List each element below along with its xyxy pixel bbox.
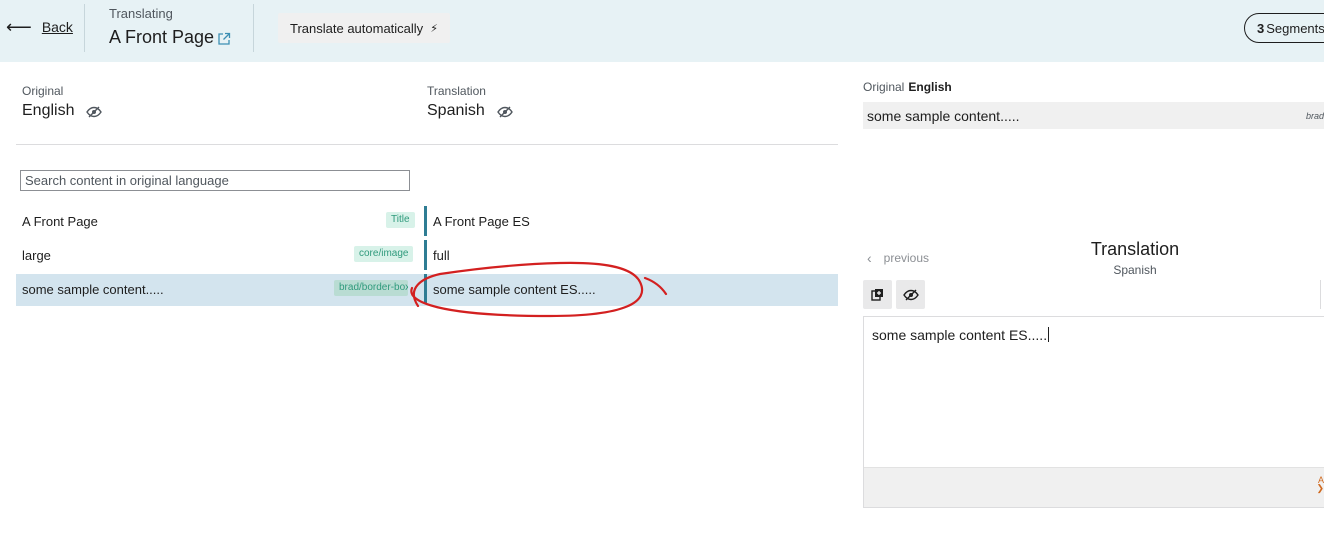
segment-translation: A Front Page ES <box>433 214 530 229</box>
translate-automatically-label: Translate automatically <box>290 20 424 36</box>
previous-button[interactable]: ‹ previous <box>867 250 929 266</box>
back-label: Back <box>41 19 73 35</box>
translation-editor-text[interactable]: some sample content ES..... <box>872 327 1050 343</box>
segments-button[interactable]: 3 Segments <box>1244 13 1324 43</box>
original-caption: Original <box>22 84 64 98</box>
text-caret <box>1048 327 1050 342</box>
back-link[interactable]: ⟵ Back <box>6 18 73 36</box>
translating-label: Translating <box>109 6 173 21</box>
segments-label: Segments <box>1266 20 1324 36</box>
translation-language-header: Translation Spanish <box>427 84 513 120</box>
eye-slash-icon[interactable] <box>496 106 513 118</box>
editor-footer-mark: A ❯ <box>1316 475 1324 493</box>
segment-divider <box>424 206 427 236</box>
segment-row[interactable]: A Front Page Title A Front Page ES <box>16 206 838 238</box>
segment-original: some sample content..... <box>22 282 164 297</box>
right-original-caption: Original English <box>863 80 952 94</box>
page-title: A Front Page <box>109 27 231 48</box>
translation-panel-language: Spanish <box>1113 263 1157 277</box>
right-original-text: some sample content..... <box>867 108 1020 124</box>
top-bar: ⟵ Back Translating A Front Page Translat… <box>0 0 1324 62</box>
eye-slash-icon[interactable] <box>86 106 103 118</box>
header-divider <box>84 4 85 52</box>
editor-value: some sample content ES..... <box>872 327 1048 343</box>
editor-footer: A ❯ <box>864 467 1324 507</box>
segment-original: A Front Page <box>22 214 98 229</box>
external-link-icon[interactable] <box>217 32 231 46</box>
segments-count: 3 <box>1257 20 1265 36</box>
right-original-language: English <box>908 80 952 94</box>
previous-label: previous <box>883 251 930 265</box>
original-language-name: English <box>22 102 103 120</box>
segment-original: large <box>22 248 51 263</box>
eye-slash-icon <box>902 289 919 300</box>
translation-panel-title: Translation <box>1090 239 1180 259</box>
bolt-icon: ⚡︎ <box>430 22 438 35</box>
original-language-header: Original English <box>22 84 103 120</box>
right-original-label: Original <box>863 80 905 94</box>
toggle-visibility-button[interactable] <box>896 280 925 309</box>
divider <box>16 144 838 145</box>
chevron-left-icon: ‹ <box>867 250 872 266</box>
right-original-text-box: some sample content..... brad <box>863 102 1324 129</box>
original-language-label: English <box>22 102 75 119</box>
translation-caption: Translation <box>427 84 486 98</box>
copy-icon <box>871 289 883 301</box>
translation-language-name: Spanish <box>427 102 513 120</box>
annotation-circle <box>410 261 668 318</box>
page-title-text: A Front Page <box>109 27 215 47</box>
toolbar-edge <box>1320 280 1324 309</box>
translation-language-label: Spanish <box>427 102 485 119</box>
search-input[interactable] <box>20 170 410 191</box>
translation-editor[interactable]: some sample content ES..... A ❯ <box>863 316 1324 508</box>
right-original-tag: brad <box>1305 111 1324 121</box>
segment-tag: Title <box>386 212 415 228</box>
header-divider <box>253 4 254 52</box>
arrow-left-icon: ⟵ <box>6 17 32 37</box>
segment-tag: brad/border-box <box>334 280 408 296</box>
translate-automatically-button[interactable]: Translate automatically ⚡︎ <box>278 13 450 43</box>
copy-original-button[interactable] <box>863 280 892 309</box>
footer-mark-text: A <box>1317 475 1324 485</box>
